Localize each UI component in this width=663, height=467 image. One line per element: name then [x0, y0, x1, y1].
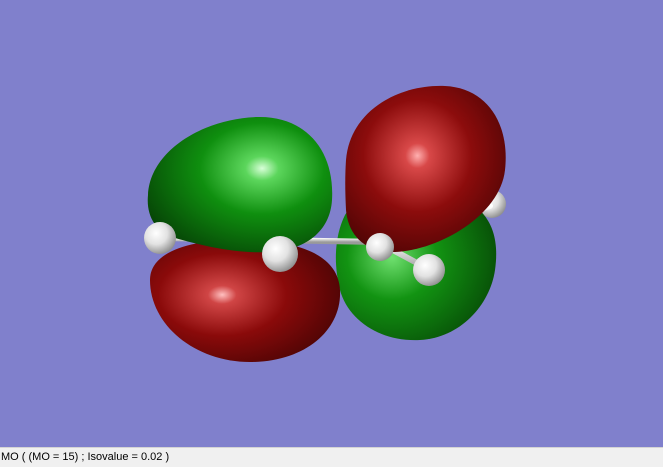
hydrogen-atom: [144, 222, 176, 254]
orbital-render[interactable]: [0, 0, 663, 447]
hydrogen-atom: [413, 254, 445, 286]
carbon-atom: [262, 236, 298, 272]
molecule-viewport[interactable]: [0, 0, 663, 447]
status-text: MO ( (MO = 15) ; Isovalue = 0.02 ): [1, 451, 170, 463]
viewport-background: [0, 0, 663, 447]
carbon-atom: [366, 233, 394, 261]
status-bar: MO ( (MO = 15) ; Isovalue = 0.02 ): [0, 447, 663, 467]
